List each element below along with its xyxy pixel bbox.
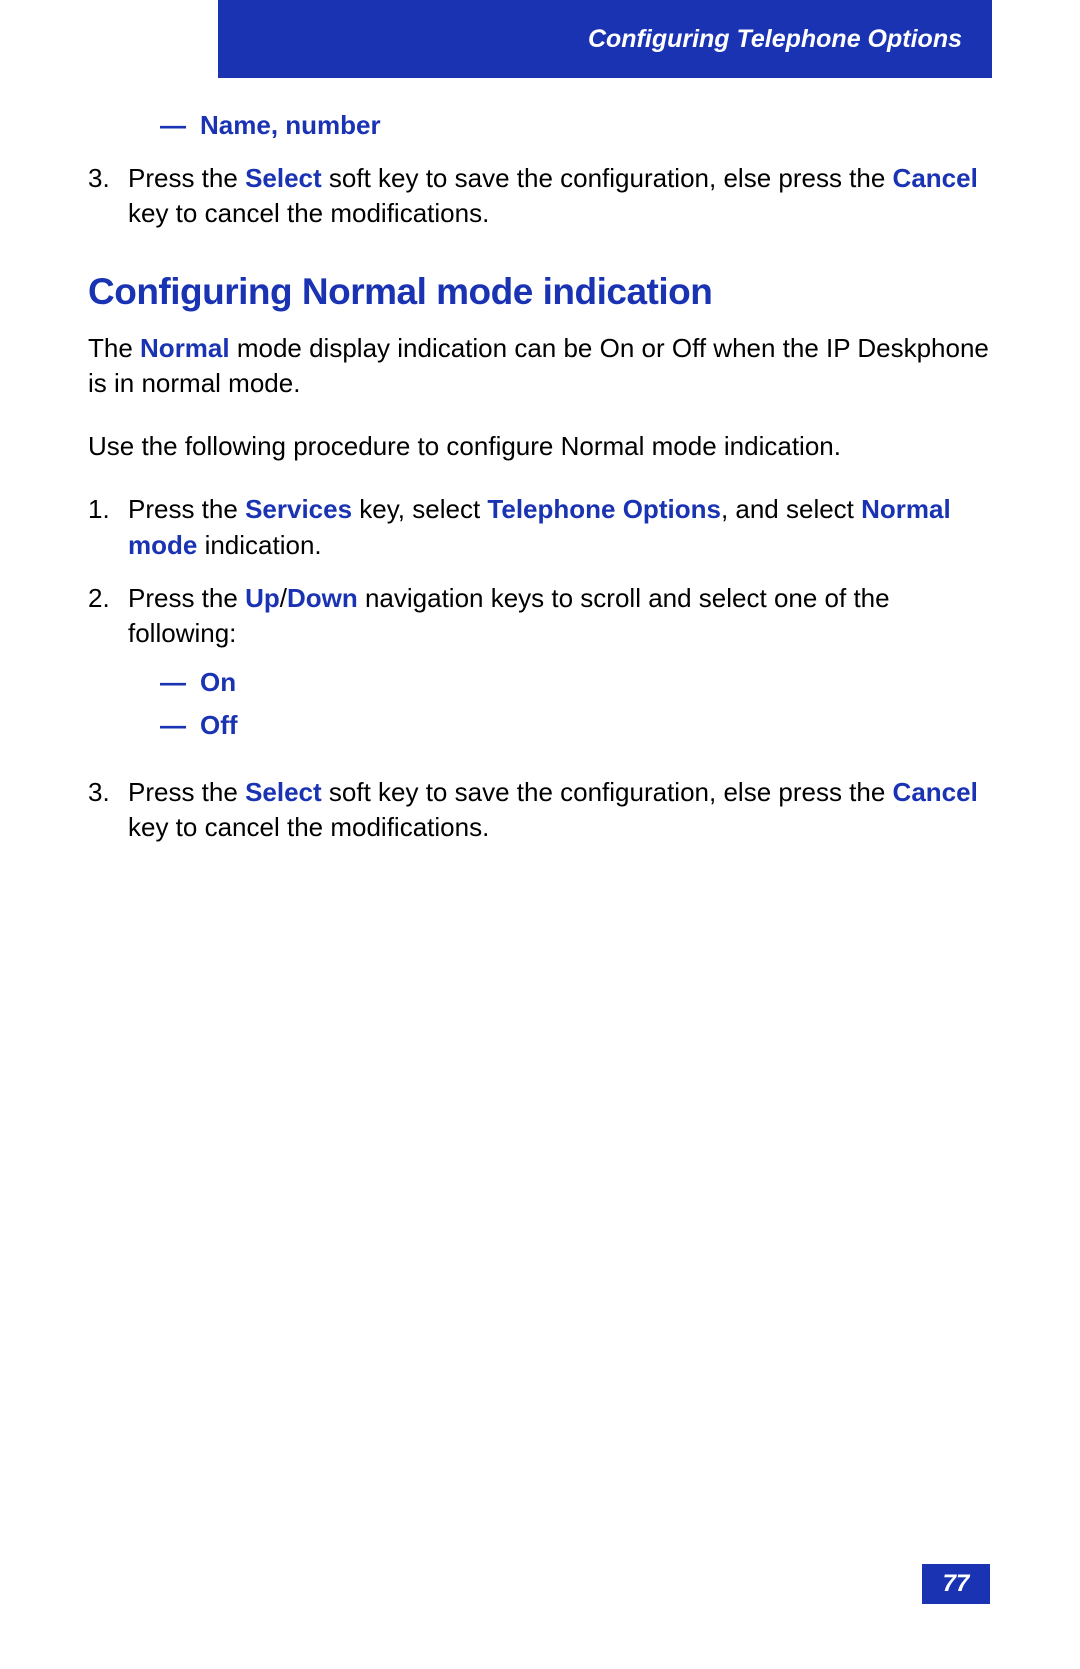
text-part: Press the <box>128 777 245 807</box>
step-1: 1. Press the Services key, select Teleph… <box>88 492 992 562</box>
bullet-dash: — <box>160 110 200 141</box>
services-keyword: Services <box>245 494 352 524</box>
bullet-name-number: Name, number <box>200 110 381 140</box>
text-part: soft key to save the configuration, else… <box>322 163 893 193</box>
option-off: —Off <box>160 708 992 743</box>
text-part: Press the <box>128 583 245 613</box>
step-number: 3. <box>88 775 128 845</box>
down-keyword: Down <box>287 583 358 613</box>
select-keyword: Select <box>245 777 322 807</box>
page-content: —Name, number 3. Press the Select soft k… <box>88 110 992 863</box>
select-keyword: Select <box>245 163 322 193</box>
text-part: indication. <box>197 530 321 560</box>
text-part: key to cancel the modifications. <box>128 198 489 228</box>
text-part: key, select <box>352 494 487 524</box>
section-heading: Configuring Normal mode indication <box>88 271 992 313</box>
off-label: Off <box>200 710 238 740</box>
bullet-dash: — <box>160 665 200 700</box>
top-step-3: 3. Press the Select soft key to save the… <box>88 161 992 231</box>
text-part: Press the <box>128 163 245 193</box>
text-part: Press the <box>128 494 245 524</box>
text-slash: / <box>280 583 287 613</box>
cancel-keyword: Cancel <box>893 163 978 193</box>
top-sub-bullet: —Name, number <box>160 110 992 141</box>
on-label: On <box>200 667 236 697</box>
step-2: 2. Press the Up/Down navigation keys to … <box>88 581 992 757</box>
page-number-box: 77 <box>922 1564 990 1604</box>
up-keyword: Up <box>245 583 280 613</box>
normal-keyword: Normal <box>140 333 230 363</box>
header-bar: Configuring Telephone Options <box>218 0 992 78</box>
page-number: 77 <box>943 1570 970 1598</box>
header-title: Configuring Telephone Options <box>588 25 962 54</box>
intro-paragraph-1: The Normal mode display indication can b… <box>88 331 992 401</box>
bullet-dash: — <box>160 708 200 743</box>
step-content: Press the Select soft key to save the co… <box>128 161 992 231</box>
step-content: Press the Services key, select Telephone… <box>128 492 992 562</box>
intro-paragraph-2: Use the following procedure to configure… <box>88 429 992 464</box>
telephone-options-keyword: Telephone Options <box>487 494 721 524</box>
text-part: , and select <box>721 494 861 524</box>
step-number: 1. <box>88 492 128 562</box>
text-part: soft key to save the configuration, else… <box>322 777 893 807</box>
step-number: 2. <box>88 581 128 757</box>
text-part: key to cancel the modifications. <box>128 812 489 842</box>
text-part: The <box>88 333 140 363</box>
step-content: Press the Select soft key to save the co… <box>128 775 992 845</box>
step-2-options: —On —Off <box>128 665 992 743</box>
option-on: —On <box>160 665 992 700</box>
cancel-keyword: Cancel <box>893 777 978 807</box>
step-content: Press the Up/Down navigation keys to scr… <box>128 581 992 757</box>
step-3: 3. Press the Select soft key to save the… <box>88 775 992 845</box>
step-number: 3. <box>88 161 128 231</box>
